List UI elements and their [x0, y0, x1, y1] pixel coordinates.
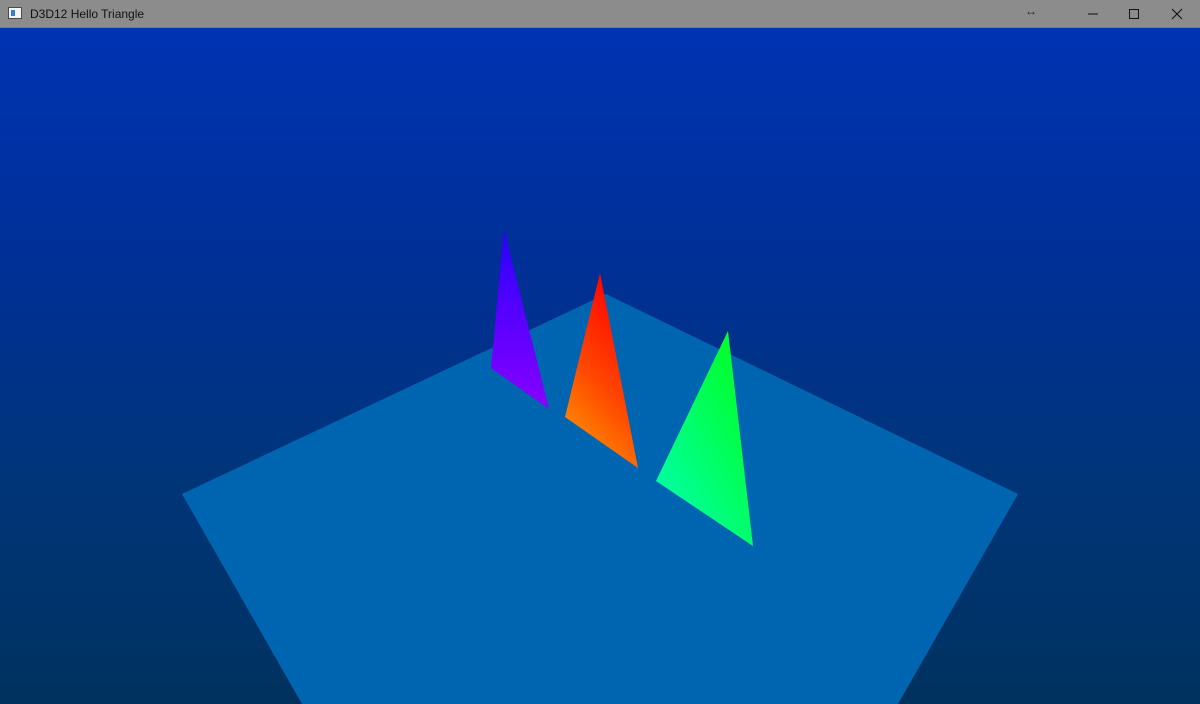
app-icon[interactable]: [8, 7, 22, 19]
scene-canvas: [182, 230, 1018, 704]
app-window: D3D12 Hello Triangle ↔: [0, 0, 1200, 704]
close-icon: [1171, 8, 1183, 20]
render-viewport[interactable]: [0, 28, 1200, 704]
minimize-button[interactable]: [1070, 0, 1116, 28]
minimize-icon: [1088, 13, 1098, 15]
resize-arrows-icon: ↔: [1025, 4, 1037, 18]
maximize-icon: [1129, 9, 1139, 19]
close-button[interactable]: [1154, 0, 1200, 28]
title-bar[interactable]: D3D12 Hello Triangle ↔: [0, 0, 1200, 28]
window-title: D3D12 Hello Triangle: [30, 7, 145, 21]
maximize-button[interactable]: [1111, 0, 1157, 28]
